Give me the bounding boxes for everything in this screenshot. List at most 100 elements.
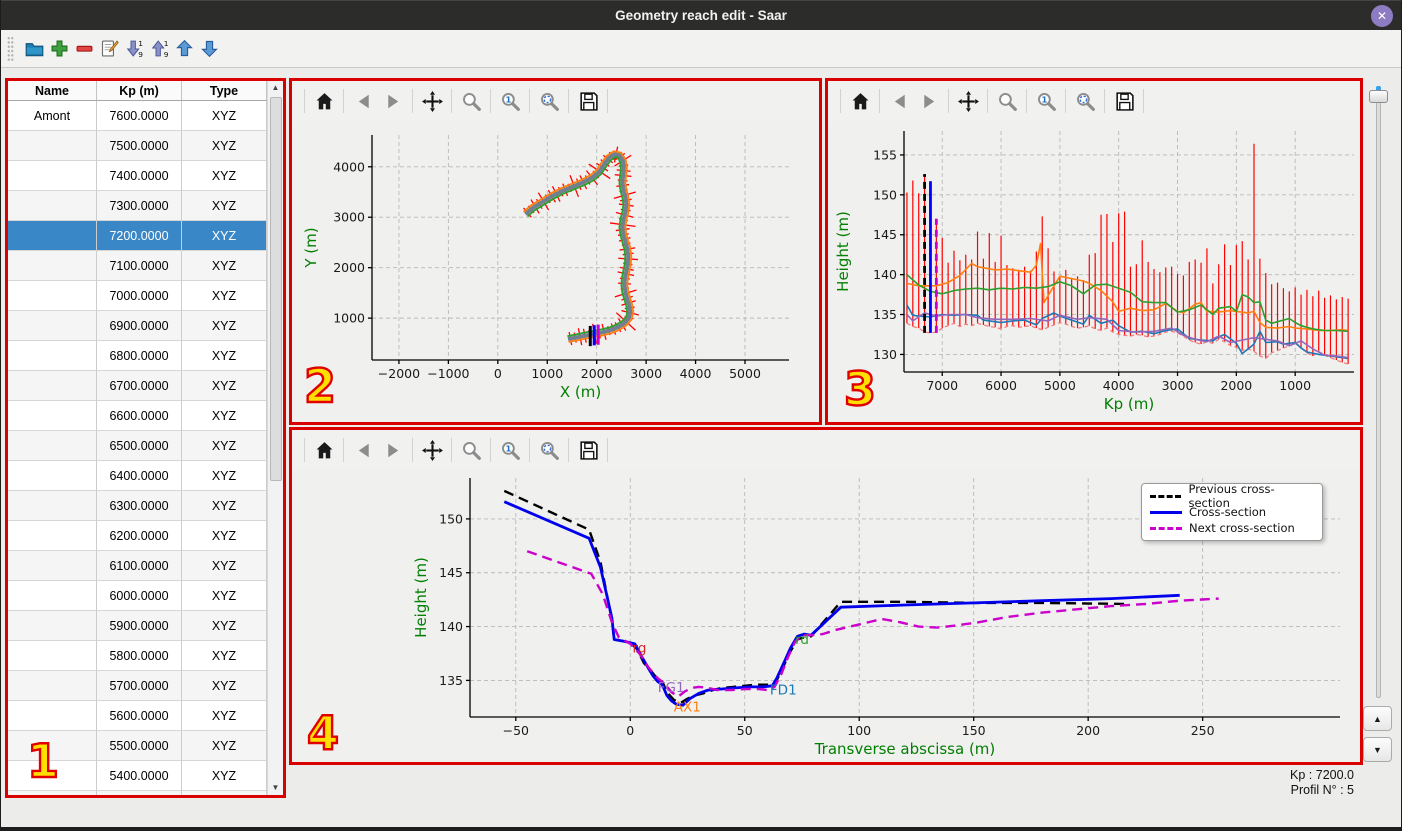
profile-slider-handle[interactable] <box>1369 90 1388 103</box>
table-row[interactable]: 7000.0000 XYZ <box>8 281 267 311</box>
table-cell[interactable]: 6500.0000 <box>97 431 182 461</box>
table-cell[interactable]: XYZ <box>182 791 267 795</box>
table-cell[interactable]: XYZ <box>182 641 267 671</box>
table-cell[interactable]: XYZ <box>182 221 267 251</box>
table-row[interactable]: 5700.0000 XYZ <box>8 671 267 701</box>
profile-up-button[interactable]: ▲ <box>1363 706 1392 731</box>
table-cell[interactable] <box>8 251 97 281</box>
table-row[interactable]: 6600.0000 XYZ <box>8 401 267 431</box>
table-cell[interactable]: XYZ <box>182 191 267 221</box>
zoom-button[interactable] <box>992 86 1022 116</box>
home-button[interactable] <box>845 86 875 116</box>
table-cell[interactable]: XYZ <box>182 521 267 551</box>
table-cell[interactable]: XYZ <box>182 731 267 761</box>
table-cell[interactable]: XYZ <box>182 101 267 131</box>
table-cell[interactable] <box>8 221 97 251</box>
table-cell[interactable]: XYZ <box>182 281 267 311</box>
table-row[interactable]: 6900.0000 XYZ <box>8 311 267 341</box>
table-cell[interactable]: XYZ <box>182 311 267 341</box>
back-button[interactable] <box>348 86 378 116</box>
table-row[interactable]: 5800.0000 XYZ <box>8 641 267 671</box>
table-cell[interactable] <box>8 131 97 161</box>
table-row[interactable]: 6400.0000 XYZ <box>8 461 267 491</box>
zoom-fit-button[interactable] <box>534 435 564 465</box>
pan-button[interactable] <box>417 435 447 465</box>
table-row[interactable]: 6100.0000 XYZ <box>8 551 267 581</box>
table-cell[interactable] <box>8 701 97 731</box>
remove-cross-section-button[interactable] <box>72 34 97 64</box>
table-cell[interactable]: XYZ <box>182 431 267 461</box>
table-cell[interactable] <box>8 491 97 521</box>
table-cell[interactable]: 6900.0000 <box>97 311 182 341</box>
table-cell[interactable] <box>8 521 97 551</box>
table-cell[interactable] <box>8 671 97 701</box>
table-row[interactable]: 7300.0000 XYZ <box>8 191 267 221</box>
zoom-section-button[interactable]: 1 <box>495 435 525 465</box>
add-cross-section-button[interactable] <box>47 34 72 64</box>
save-button[interactable] <box>573 435 603 465</box>
table-cell[interactable]: 5500.0000 <box>97 731 182 761</box>
zoom-button[interactable] <box>456 435 486 465</box>
table-cell[interactable]: XYZ <box>182 161 267 191</box>
table-cell[interactable] <box>8 791 97 795</box>
table-cell[interactable] <box>8 311 97 341</box>
table-row[interactable]: 5600.0000 XYZ <box>8 701 267 731</box>
profile-down-button[interactable]: ▼ <box>1363 737 1392 762</box>
toolbar-grip-icon[interactable] <box>7 35 14 62</box>
table-cell[interactable]: 5600.0000 <box>97 701 182 731</box>
table-scrollbar[interactable]: ▲ ▼ <box>267 81 283 795</box>
close-icon[interactable]: ✕ <box>1371 5 1393 27</box>
table-header-name[interactable]: Name <box>8 81 97 100</box>
table-row[interactable]: 7400.0000 XYZ <box>8 161 267 191</box>
move-down-button[interactable] <box>197 34 222 64</box>
table-cell[interactable] <box>8 341 97 371</box>
table-cell[interactable]: 7300.0000 <box>97 191 182 221</box>
table-cell[interactable] <box>8 401 97 431</box>
home-button[interactable] <box>309 435 339 465</box>
table-cell[interactable]: XYZ <box>182 251 267 281</box>
table-row[interactable]: 7100.0000 XYZ <box>8 251 267 281</box>
table-row[interactable]: 6300.0000 XYZ <box>8 491 267 521</box>
table-header-kp-m[interactable]: Kp (m) <box>97 81 182 100</box>
table-cell[interactable] <box>8 161 97 191</box>
table-cell[interactable]: XYZ <box>182 401 267 431</box>
forward-button[interactable] <box>378 435 408 465</box>
table-cell[interactable]: XYZ <box>182 341 267 371</box>
table-cell[interactable]: Amont <box>8 101 97 131</box>
table-cell[interactable] <box>8 551 97 581</box>
save-button[interactable] <box>573 86 603 116</box>
sort-descending-button[interactable]: 19 <box>122 34 147 64</box>
table-cell[interactable] <box>8 611 97 641</box>
table-header-type[interactable]: Type <box>182 81 267 100</box>
table-cell[interactable]: XYZ <box>182 761 267 791</box>
table-cell[interactable]: 6800.0000 <box>97 341 182 371</box>
table-cell[interactable]: 5900.0000 <box>97 611 182 641</box>
sort-ascending-button[interactable]: 19 <box>147 34 172 64</box>
save-button[interactable] <box>1109 86 1139 116</box>
table-row[interactable]: 6700.0000 XYZ <box>8 371 267 401</box>
table-cell[interactable]: 7500.0000 <box>97 131 182 161</box>
table-row[interactable]: Amont 7600.0000 XYZ <box>8 101 267 131</box>
table-cell[interactable]: XYZ <box>182 581 267 611</box>
table-cell[interactable] <box>8 641 97 671</box>
table-row[interactable]: 6800.0000 XYZ <box>8 341 267 371</box>
table-cell[interactable] <box>8 281 97 311</box>
plan-plot[interactable]: −2000 −1000 0 1000 2000 3000 4000 5000 1000 2000 3… <box>292 121 819 422</box>
profile-slider-track[interactable] <box>1376 86 1381 698</box>
table-cell[interactable]: 5300.0000 <box>97 791 182 795</box>
table-cell[interactable]: XYZ <box>182 701 267 731</box>
table-cell[interactable] <box>8 431 97 461</box>
scrollbar-up-icon[interactable]: ▲ <box>268 81 283 95</box>
home-button[interactable] <box>309 86 339 116</box>
table-cell[interactable]: 6600.0000 <box>97 401 182 431</box>
forward-button[interactable] <box>914 86 944 116</box>
table-cell[interactable]: XYZ <box>182 611 267 641</box>
table-cell[interactable]: 6000.0000 <box>97 581 182 611</box>
zoom-fit-button[interactable] <box>534 86 564 116</box>
table-cell[interactable] <box>8 461 97 491</box>
edit-cross-section-button[interactable] <box>97 34 122 64</box>
table-cell[interactable] <box>8 581 97 611</box>
zoom-section-button[interactable]: 1 <box>495 86 525 116</box>
table-cell[interactable]: 6700.0000 <box>97 371 182 401</box>
table-cell[interactable]: 5800.0000 <box>97 641 182 671</box>
